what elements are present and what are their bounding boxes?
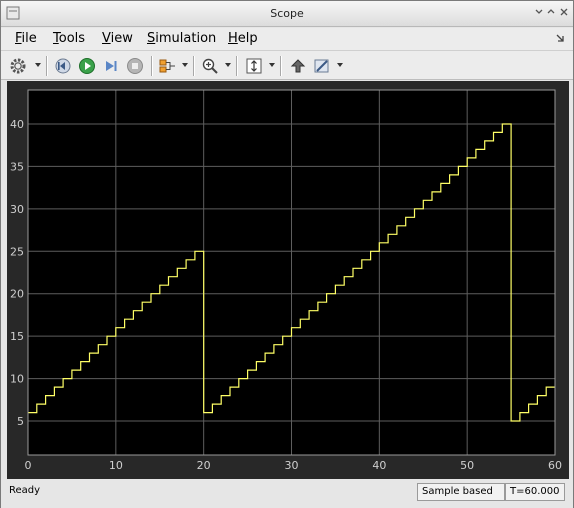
maximize-button[interactable] bbox=[545, 5, 557, 21]
toolbar-separator bbox=[151, 56, 152, 76]
step-back-icon bbox=[55, 58, 71, 74]
signal-selector-icon bbox=[159, 59, 175, 73]
status-text: Ready bbox=[9, 485, 41, 496]
settings-icon bbox=[10, 58, 26, 74]
settings-dropdown-icon[interactable] bbox=[35, 63, 41, 67]
zoom-in-icon bbox=[202, 58, 218, 74]
toolbar-separator bbox=[46, 56, 47, 76]
toolbar-separator bbox=[280, 56, 281, 76]
x-tick-label: 50 bbox=[460, 459, 474, 472]
stop-button[interactable] bbox=[124, 55, 146, 77]
run-button[interactable] bbox=[76, 55, 98, 77]
zoom-dropdown-icon[interactable] bbox=[225, 63, 231, 67]
x-tick-label: 20 bbox=[197, 459, 211, 472]
simulation-time-indicator: T=60.000 bbox=[505, 483, 565, 501]
toolbar-separator bbox=[193, 56, 194, 76]
style-icon bbox=[314, 59, 329, 73]
menu-tools[interactable]: Tools bbox=[53, 31, 85, 46]
settings-button[interactable] bbox=[7, 55, 29, 77]
x-tick-label: 40 bbox=[372, 459, 386, 472]
x-tick-label: 60 bbox=[548, 459, 562, 472]
toolbar-separator bbox=[236, 56, 237, 76]
step-forward-icon bbox=[106, 61, 117, 71]
run-icon bbox=[79, 58, 95, 74]
scope-window: Scope File Tools View Simulation Help 0 … bbox=[0, 0, 574, 508]
toolbar bbox=[1, 50, 573, 80]
y-tick-label: 5 bbox=[17, 415, 24, 428]
y-tick-label: 15 bbox=[10, 330, 24, 343]
y-tick-label: 40 bbox=[10, 118, 24, 131]
autoscale-icon bbox=[246, 58, 262, 74]
autoscale-dropdown-icon[interactable] bbox=[269, 63, 275, 67]
x-tick-label: 0 bbox=[25, 459, 32, 472]
step-forward-button[interactable] bbox=[100, 55, 122, 77]
step-back-button[interactable] bbox=[52, 55, 74, 77]
y-tick-label: 25 bbox=[10, 245, 24, 258]
menu-simulation[interactable]: Simulation bbox=[147, 31, 216, 46]
close-button[interactable] bbox=[558, 5, 570, 21]
close-icon bbox=[560, 8, 568, 16]
window-title: Scope bbox=[270, 7, 304, 20]
title-bar: Scope bbox=[1, 1, 573, 27]
highlight-block-button[interactable] bbox=[287, 55, 309, 77]
autoscale-button[interactable] bbox=[243, 55, 265, 77]
scope-plot[interactable]: 0 10 20 30 40 50 60 5 10 15 20 25 30 35 40 bbox=[7, 81, 569, 479]
highlight-block-icon bbox=[290, 59, 306, 73]
style-button[interactable] bbox=[311, 55, 333, 77]
zoom-in-button[interactable] bbox=[199, 55, 221, 77]
undock-icon[interactable] bbox=[555, 33, 565, 43]
y-tick-label: 35 bbox=[10, 160, 24, 173]
y-tick-label: 30 bbox=[10, 203, 24, 216]
signal-selector-dropdown-icon[interactable] bbox=[182, 63, 188, 67]
minimize-icon bbox=[535, 9, 543, 14]
status-bar: Ready Sample based T=60.000 bbox=[1, 480, 573, 508]
menu-file[interactable]: File bbox=[15, 31, 37, 46]
plot-frame: 0 10 20 30 40 50 60 5 10 15 20 25 30 35 40 bbox=[7, 81, 569, 479]
menu-bar: File Tools View Simulation Help bbox=[1, 28, 573, 50]
y-tick-label: 10 bbox=[10, 373, 24, 386]
menu-view[interactable]: View bbox=[102, 31, 133, 46]
style-dropdown-icon[interactable] bbox=[337, 63, 343, 67]
sample-mode-indicator: Sample based bbox=[417, 483, 505, 501]
x-tick-label: 10 bbox=[109, 459, 123, 472]
x-tick-label: 30 bbox=[285, 459, 299, 472]
maximize-icon bbox=[547, 9, 555, 14]
stop-icon bbox=[127, 58, 143, 74]
signal-selector-button[interactable] bbox=[157, 55, 179, 77]
minimize-button[interactable] bbox=[533, 5, 545, 21]
menu-help[interactable]: Help bbox=[228, 31, 258, 46]
y-tick-label: 20 bbox=[10, 288, 24, 301]
